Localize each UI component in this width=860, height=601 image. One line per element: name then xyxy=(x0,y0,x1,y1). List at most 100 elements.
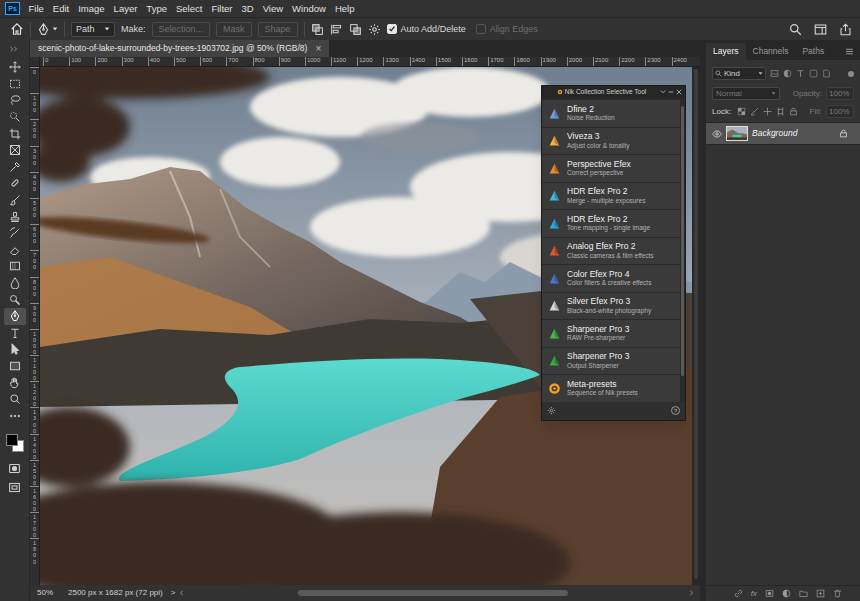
make-button[interactable]: Selection... xyxy=(152,22,211,37)
fill-field[interactable]: 100% xyxy=(826,105,854,118)
tool-button[interactable] xyxy=(4,225,26,242)
menu-item[interactable]: File xyxy=(24,4,48,14)
nik-tool-item[interactable]: Sharpener Pro 3RAW Pre-sharpener xyxy=(542,320,680,347)
tool-button[interactable] xyxy=(4,242,26,259)
nik-panel-title-bar[interactable]: Nik Collection Selective Tool xyxy=(542,86,685,98)
screen-mode-icon[interactable] xyxy=(8,481,21,494)
new-group-icon[interactable] xyxy=(799,589,808,598)
tool-button[interactable] xyxy=(4,391,26,408)
new-layer-icon[interactable] xyxy=(816,589,825,598)
layer-visibility-toggle[interactable] xyxy=(712,129,722,139)
nik-collection-panel[interactable]: Nik Collection Selective Tool Dfine 2Noi… xyxy=(541,85,686,421)
minimize-icon[interactable] xyxy=(668,89,674,95)
quick-mask-icon[interactable] xyxy=(8,462,21,475)
document-tab[interactable]: scenic-photo-of-lake-surrounded-by-trees… xyxy=(30,40,329,57)
share-icon[interactable] xyxy=(839,23,852,36)
menu-item[interactable]: Layer xyxy=(109,4,142,14)
tool-button[interactable] xyxy=(4,175,26,192)
smart-object-filter-icon[interactable] xyxy=(822,69,831,78)
search-icon[interactable] xyxy=(789,23,802,36)
nik-tool-item[interactable]: Perspective EfexCorrect perspective xyxy=(542,155,680,182)
close-icon[interactable] xyxy=(676,89,682,95)
filter-kind-dropdown[interactable]: Kind xyxy=(712,67,766,80)
panel-tab[interactable]: Layers xyxy=(706,43,746,60)
lock-position-icon[interactable] xyxy=(763,107,772,116)
tool-button[interactable] xyxy=(4,59,26,76)
nik-scrollbar[interactable] xyxy=(680,100,685,402)
nik-tool-item[interactable]: HDR Efex Pro 2Merge - multiple exposures xyxy=(542,183,680,210)
tool-button[interactable] xyxy=(4,275,26,292)
pixel-filter-icon[interactable] xyxy=(770,69,779,78)
type-filter-icon[interactable] xyxy=(796,69,805,78)
layer-name[interactable]: Background xyxy=(752,129,835,138)
lock-all-icon[interactable] xyxy=(789,107,798,116)
menu-item[interactable]: View xyxy=(258,4,287,14)
tool-button[interactable] xyxy=(4,341,26,358)
nik-tool-item[interactable]: Silver Efex Pro 3Black-and-white photogr… xyxy=(542,293,680,320)
filter-toggle[interactable] xyxy=(848,71,854,77)
menu-item[interactable]: Edit xyxy=(48,4,73,14)
align-edges-checkbox[interactable] xyxy=(476,24,486,34)
opacity-field[interactable]: 100% xyxy=(826,87,854,100)
panel-menu-icon[interactable] xyxy=(845,47,854,56)
foreground-color-swatch[interactable] xyxy=(6,434,18,446)
adjustment-filter-icon[interactable] xyxy=(783,69,792,78)
help-button[interactable]: ? xyxy=(671,406,680,415)
canvas[interactable]: Nik Collection Selective Tool Dfine 2Noi… xyxy=(40,67,692,585)
horizontal-scrollbar[interactable] xyxy=(179,585,700,601)
layer-row[interactable]: Background xyxy=(706,123,860,145)
nik-tool-item[interactable]: Dfine 2Noise Reduction xyxy=(542,100,680,127)
panel-tab[interactable]: Paths xyxy=(795,43,831,60)
nik-tool-item[interactable]: Sharpener Pro 3Output Sharpener xyxy=(542,348,680,375)
layer-lock[interactable] xyxy=(839,129,848,138)
layer-style-button[interactable]: fx xyxy=(751,590,757,598)
shape-filter-icon[interactable] xyxy=(809,69,818,78)
tool-button[interactable] xyxy=(4,358,26,375)
menu-item[interactable]: Help xyxy=(330,4,359,14)
workspace-icon[interactable] xyxy=(814,23,827,36)
collapse-icon[interactable] xyxy=(9,46,21,52)
scroll-right-icon[interactable] xyxy=(688,590,694,596)
scroll-left-icon[interactable] xyxy=(179,590,185,596)
tool-button[interactable] xyxy=(4,92,26,109)
collapse-icon[interactable] xyxy=(660,89,666,95)
settings-gear-icon[interactable] xyxy=(547,406,556,415)
zoom-level[interactable]: 50% xyxy=(30,589,68,597)
tool-button[interactable] xyxy=(4,308,26,325)
align-edges-option[interactable]: Align Edges xyxy=(476,24,538,34)
horizontal-scroll-thumb[interactable] xyxy=(298,590,568,596)
lock-artboard-icon[interactable] xyxy=(776,107,785,116)
menu-item[interactable]: 3D xyxy=(237,4,258,14)
path-alignment-icon[interactable] xyxy=(330,23,343,36)
menu-item[interactable]: Window xyxy=(288,4,331,14)
tool-button[interactable] xyxy=(4,76,26,93)
auto-add-delete-checkbox[interactable] xyxy=(387,24,397,34)
link-layers-icon[interactable] xyxy=(734,589,743,598)
blend-mode-dropdown[interactable]: Normal xyxy=(712,87,780,100)
add-mask-icon[interactable] xyxy=(765,589,774,598)
nik-scroll-thumb[interactable] xyxy=(681,106,684,376)
tool-button[interactable] xyxy=(4,192,26,209)
make-button[interactable]: Mask xyxy=(216,22,252,37)
panel-tab[interactable]: Channels xyxy=(746,43,796,60)
adjustment-layer-icon[interactable] xyxy=(782,589,791,598)
lock-pixels-icon[interactable] xyxy=(750,107,759,116)
tool-button[interactable] xyxy=(4,325,26,342)
tool-mode-dropdown[interactable]: Path xyxy=(71,22,115,37)
tool-button[interactable] xyxy=(4,208,26,225)
path-arrangement-icon[interactable] xyxy=(349,23,362,36)
make-button[interactable]: Shape xyxy=(258,22,298,37)
menu-item[interactable]: Filter xyxy=(207,4,237,14)
tool-button[interactable] xyxy=(4,142,26,159)
tool-button[interactable] xyxy=(4,109,26,126)
home-icon[interactable] xyxy=(10,22,24,36)
status-menu-button[interactable]: > xyxy=(171,589,176,597)
nik-tool-item[interactable]: Color Efex Pro 4Color filters & creative… xyxy=(542,265,680,292)
tool-button[interactable] xyxy=(4,125,26,142)
menu-item[interactable]: Select xyxy=(171,4,206,14)
tool-preset-picker[interactable] xyxy=(37,23,58,36)
tool-button[interactable] xyxy=(4,374,26,391)
delete-layer-icon[interactable] xyxy=(833,589,842,598)
gear-icon[interactable] xyxy=(368,23,381,36)
nik-tool-item[interactable]: Analog Efex Pro 2Classic cameras & film … xyxy=(542,238,680,265)
